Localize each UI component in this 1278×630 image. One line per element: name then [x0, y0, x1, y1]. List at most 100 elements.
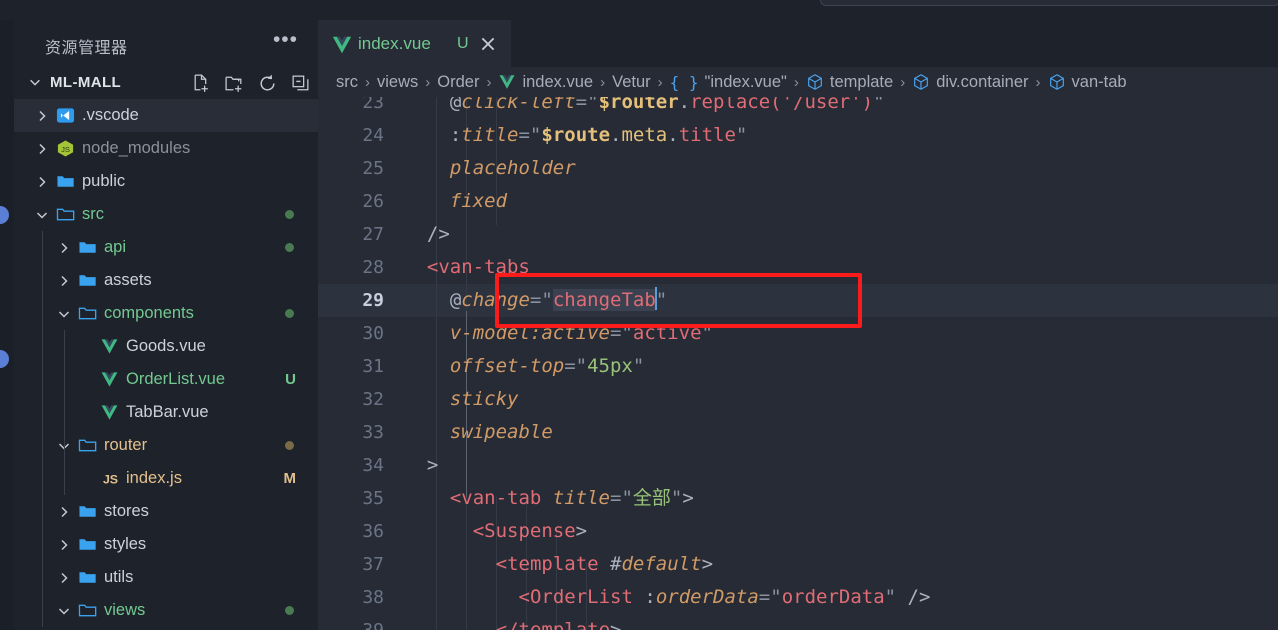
tree-item-tabbar-vue[interactable]: TabBar.vue: [14, 396, 318, 429]
code-line-35[interactable]: 35 <van-tab title="全部">: [318, 482, 1278, 515]
tree-item-change-dot: [285, 606, 294, 615]
breadcrumb-item-vetur[interactable]: Vetur: [612, 73, 651, 92]
code-line-28[interactable]: 28 <van-tabs: [318, 251, 1278, 284]
tree-item-index-js[interactable]: JS index.js M: [14, 462, 318, 495]
chevron-right-icon[interactable]: [56, 273, 72, 289]
tree-item--vscode[interactable]: .vscode: [14, 99, 318, 132]
code-line-39[interactable]: 39 </template>: [318, 614, 1278, 630]
breadcrumb-separator: ›: [600, 73, 606, 91]
svg-text:JS: JS: [103, 472, 118, 486]
vscode-window: 资源管理器 ••• ML-MALL .vscode JS node_module…: [0, 0, 1278, 630]
code-line-37[interactable]: 37 <template #default>: [318, 548, 1278, 581]
code-line-24[interactable]: 24 :title="$route.meta.title": [318, 119, 1278, 152]
tree-item-router[interactable]: router: [14, 429, 318, 462]
collapse-all-icon[interactable]: [290, 73, 311, 94]
new-folder-icon[interactable]: [224, 73, 245, 94]
code-line-26[interactable]: 26 fixed: [318, 185, 1278, 218]
activity-dot-1[interactable]: [0, 206, 9, 224]
code-line-33[interactable]: 33 swipeable: [318, 416, 1278, 449]
tree-item-utils[interactable]: utils: [14, 561, 318, 594]
editor-tab-index-vue[interactable]: index.vue U: [318, 20, 511, 67]
code-text: swipeable: [449, 421, 553, 443]
breadcrumb-item-template[interactable]: template: [806, 73, 893, 92]
tree-item-stores[interactable]: stores: [14, 495, 318, 528]
code-text: @click-left="$router.replace('/user')": [449, 97, 885, 113]
folder-open-icon: [56, 205, 76, 225]
tree-item-label: src: [82, 205, 104, 223]
chevron-down-icon[interactable]: [34, 207, 50, 223]
tree-item-label: assets: [104, 271, 152, 289]
line-number: 28: [362, 257, 384, 278]
chevron-right-icon[interactable]: [56, 240, 72, 256]
tree-item-api[interactable]: api: [14, 231, 318, 264]
line-number: 25: [362, 158, 384, 179]
title-bar: [0, 0, 1278, 20]
tree-item-src[interactable]: src: [14, 198, 318, 231]
breadcrumb[interactable]: src › views › Order › index.vue › Vetur › { } "inde…: [318, 67, 1278, 97]
tree-item-label: node_modules: [82, 139, 191, 157]
tree-item-goods-vue[interactable]: Goods.vue: [14, 330, 318, 363]
code-text: <van-tabs: [426, 256, 530, 278]
code-line-27[interactable]: 27 />: [318, 218, 1278, 251]
tree-item-assets[interactable]: assets: [14, 264, 318, 297]
tree-item-styles[interactable]: styles: [14, 528, 318, 561]
node-icon: JS: [56, 139, 76, 159]
tree-indent-guide: [64, 330, 65, 495]
tree-item-label: .vscode: [82, 106, 139, 124]
refresh-icon[interactable]: [257, 73, 278, 94]
tree-item-label: Goods.vue: [126, 337, 206, 355]
breadcrumb-item-order[interactable]: Order: [437, 73, 479, 92]
code-line-29[interactable]: 29 @change="changeTab": [318, 284, 1278, 317]
js-icon: JS: [100, 469, 120, 489]
code-text: @change="changeTab": [449, 287, 668, 311]
code-line-23[interactable]: 23 @click-left="$router.replace('/user')…: [318, 97, 1278, 119]
code-editor[interactable]: 23 @click-left="$router.replace('/user')…: [318, 97, 1278, 630]
explorer-actions: [191, 73, 311, 94]
code-text: <van-tab title="全部">: [449, 487, 694, 509]
activity-dot-2[interactable]: [0, 350, 9, 368]
code-line-34[interactable]: 34 >: [318, 449, 1278, 482]
workspace-root-row[interactable]: ML-MALL: [14, 67, 318, 99]
code-line-36[interactable]: 36 <Suspense>: [318, 515, 1278, 548]
tree-item-public[interactable]: public: [14, 165, 318, 198]
code-line-38[interactable]: 38 <OrderList :orderData="orderData" />: [318, 581, 1278, 614]
chevron-down-icon[interactable]: [56, 306, 72, 322]
chevron-down-icon[interactable]: [56, 603, 72, 619]
line-number: 35: [362, 488, 384, 509]
line-number: 38: [362, 587, 384, 608]
workspace-root-label: ML-MALL: [50, 74, 122, 91]
explorer-title: 资源管理器: [45, 40, 128, 57]
chevron-right-icon[interactable]: [34, 174, 50, 190]
tree-item-label: index.js: [126, 469, 182, 487]
tree-item-components[interactable]: components: [14, 297, 318, 330]
tree-item-label: components: [104, 304, 194, 322]
breadcrumb-item-van-tab[interactable]: van-tab: [1048, 73, 1127, 92]
chevron-right-icon[interactable]: [56, 537, 72, 553]
breadcrumb-item--index-vue-[interactable]: { } "index.vue": [670, 73, 787, 92]
tree-item-views[interactable]: views: [14, 594, 318, 627]
chevron-right-icon[interactable]: [34, 141, 50, 157]
close-icon[interactable]: [478, 34, 498, 54]
breadcrumb-item-index-vue[interactable]: index.vue: [498, 73, 593, 92]
code-line-25[interactable]: 25 placeholder: [318, 152, 1278, 185]
explorer-more-actions-icon[interactable]: •••: [273, 29, 298, 50]
command-palette-input[interactable]: [820, 0, 1278, 6]
chevron-right-icon[interactable]: [34, 108, 50, 124]
breadcrumb-separator: ›: [793, 73, 799, 91]
tree-item-orderlist-vue[interactable]: OrderList.vue U: [14, 363, 318, 396]
chevron-right-icon[interactable]: [56, 570, 72, 586]
breadcrumb-item-views[interactable]: views: [377, 73, 418, 92]
code-line-30[interactable]: 30 v-model:active="active": [318, 317, 1278, 350]
code-text: sticky: [449, 388, 519, 410]
breadcrumb-item-label: views: [377, 72, 419, 91]
breadcrumb-item-src[interactable]: src: [336, 73, 358, 92]
tree-item-change-dot: [285, 441, 294, 450]
tree-item-node-modules[interactable]: JS node_modules: [14, 132, 318, 165]
code-line-32[interactable]: 32 sticky: [318, 383, 1278, 416]
breadcrumb-item-div-container[interactable]: div.container: [912, 72, 1029, 92]
new-file-icon[interactable]: [191, 73, 212, 94]
chevron-down-icon: [28, 75, 42, 89]
code-line-31[interactable]: 31 offset-top="45px": [318, 350, 1278, 383]
breadcrumb-item-label: div.container: [936, 72, 1029, 91]
chevron-right-icon[interactable]: [56, 504, 72, 520]
